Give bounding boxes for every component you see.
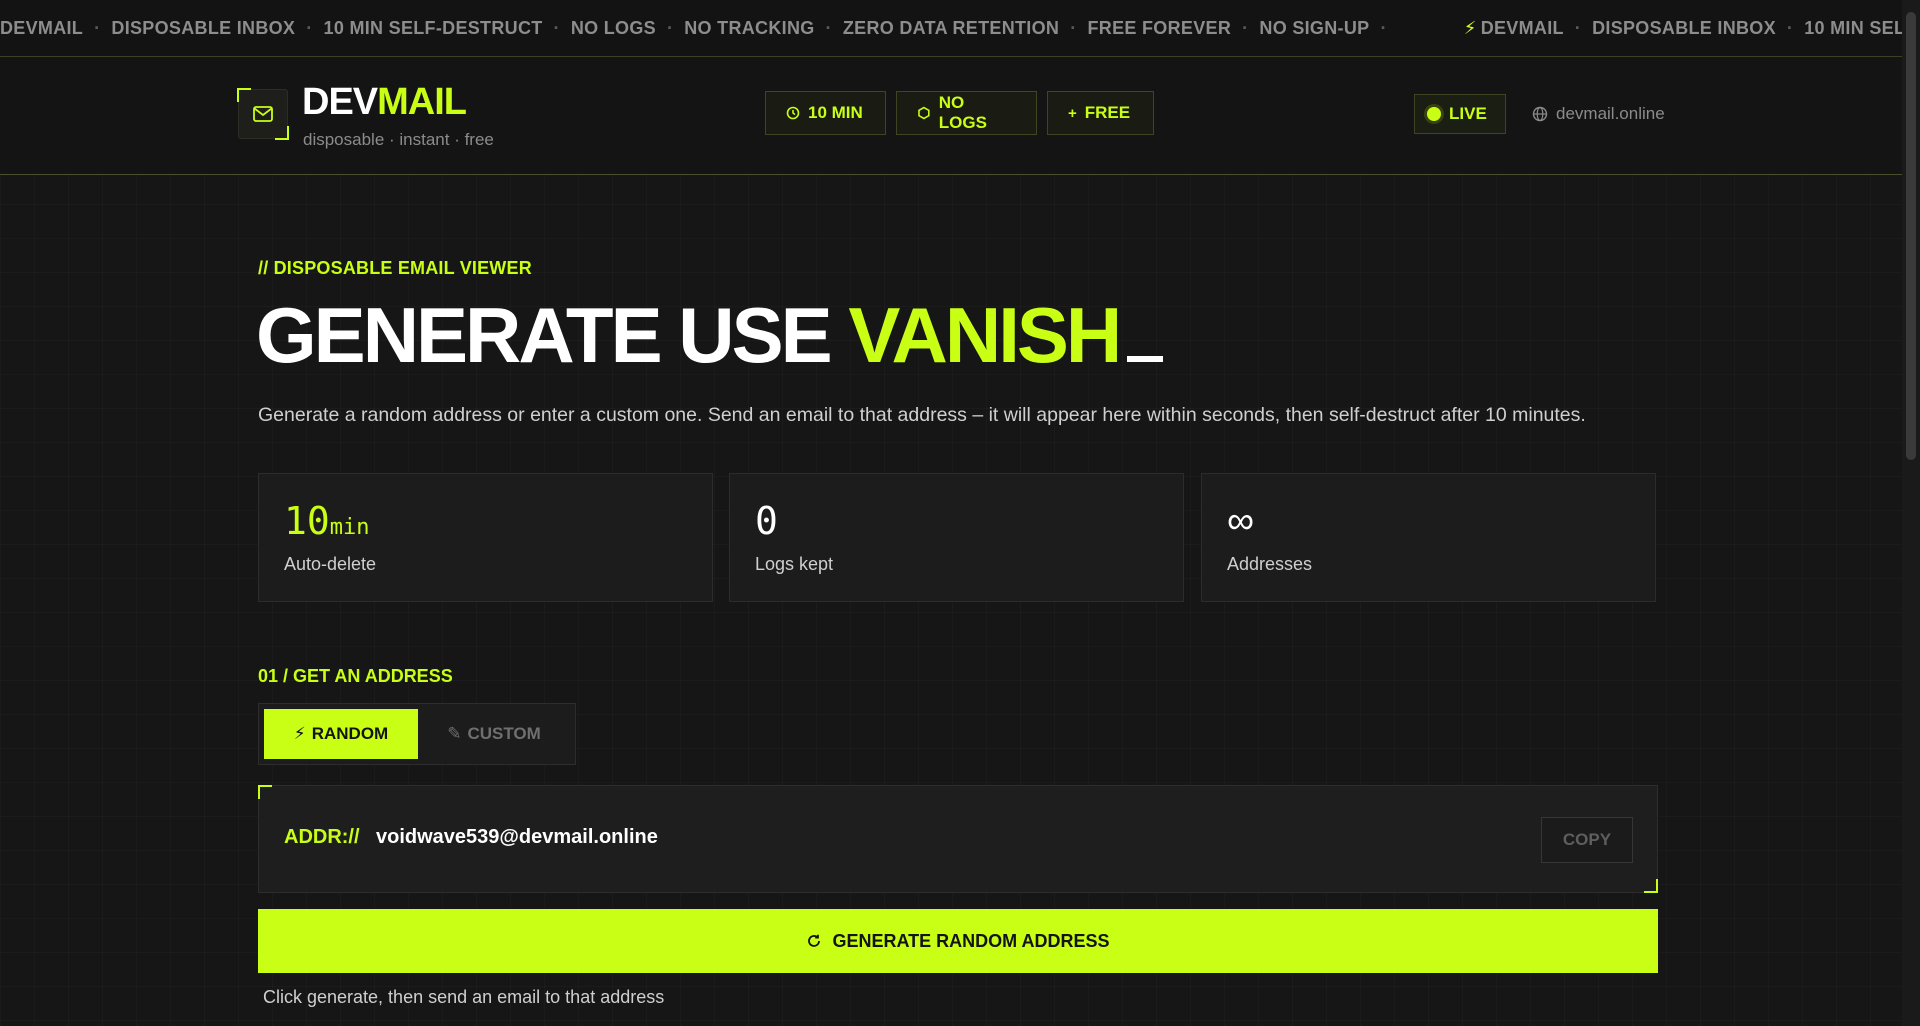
brand-mail: MAIL — [377, 81, 467, 123]
site-header: DEVMAIL disposable · instant · free 10 M… — [0, 57, 1920, 175]
cursor-underscore — [1127, 356, 1164, 362]
stat-value: ∞ — [1227, 502, 1254, 540]
hint-text: Click generate, then send an email to th… — [263, 987, 665, 1007]
stat-unit: min — [329, 515, 370, 540]
hero-kicker: // DISPOSABLE EMAIL VIEWER — [258, 258, 532, 278]
ticker-separator: · — [666, 17, 674, 38]
title-part-1: GENERATE USE — [256, 291, 849, 379]
address-value[interactable]: voidwave539@devmail.online — [376, 826, 658, 849]
mail-icon — [253, 106, 273, 122]
address-prefix: ADDR:// — [284, 826, 360, 848]
pill-label: FREE — [1084, 103, 1131, 122]
live-label: LIVE — [1449, 104, 1487, 123]
ticker-separator: · — [1786, 17, 1794, 38]
ticker-item: NO LOGS — [570, 17, 656, 38]
live-status-badge: LIVE — [1414, 94, 1506, 134]
ticker-item: ZERO DATA RETENTION — [842, 17, 1060, 38]
copy-button[interactable]: COPY — [1541, 817, 1633, 863]
pill-free[interactable]: + FREE — [1047, 91, 1154, 135]
pill-no-logs[interactable]: NO LOGS — [896, 91, 1037, 135]
globe-icon — [1532, 106, 1548, 122]
ticker-item: FREE FOREVER — [1087, 17, 1232, 38]
stat-card-logs-kept: 0 Logs kept — [729, 473, 1184, 602]
address-mode-tabs: ⚡ RANDOM ✎ CUSTOM — [258, 703, 576, 765]
plus-icon: + — [1068, 104, 1077, 122]
bolt-icon: ⚡ — [293, 724, 306, 743]
ticker-separator: · — [94, 17, 101, 38]
clock-icon — [786, 106, 800, 120]
domain-label: devmail.online — [1556, 104, 1665, 123]
tab-label: RANDOM — [311, 724, 389, 743]
ticker-item: 10 MIN SELF-DESTRUCT — [323, 17, 543, 38]
tagline: disposable · instant · free — [303, 130, 494, 149]
ticker-bar: DEVMAIL · DISPOSABLE INBOX · 10 MIN SELF-DES… — [0, 0, 1920, 57]
pencil-icon: ✎ — [447, 724, 462, 743]
ticker-separator: · — [1380, 17, 1387, 38]
stat-label: Auto-delete — [284, 554, 377, 574]
ticker-separator: · — [1242, 17, 1249, 38]
stat-number: 0 — [755, 499, 778, 543]
tab-label: CUSTOM — [467, 724, 541, 743]
hexagon-icon — [918, 106, 930, 120]
ticker-separator: · — [306, 17, 313, 38]
ticker-item: NO TRACKING — [684, 17, 815, 38]
hero-description: Generate a random address or enter a cus… — [258, 404, 1586, 426]
stat-number: ∞ — [1227, 500, 1255, 542]
ticker-separator: · — [825, 17, 832, 38]
tab-random[interactable]: ⚡ RANDOM — [264, 709, 418, 759]
logo[interactable] — [237, 88, 289, 140]
stat-card-addresses: ∞ Addresses — [1201, 473, 1656, 602]
brand-dev: DEV — [302, 81, 378, 123]
scrollbar-thumb[interactable] — [1906, 12, 1916, 460]
ticker-item: DEVMAIL — [1480, 17, 1564, 38]
ticker-item: DISPOSABLE INBOX — [1592, 17, 1776, 38]
pill-10-min[interactable]: 10 MIN — [765, 91, 886, 135]
stat-label: Addresses — [1227, 554, 1313, 574]
step-heading: 01 / GET AN ADDRESS — [258, 666, 453, 686]
stat-number: 10 — [284, 499, 330, 543]
stat-value: 0 — [755, 502, 778, 540]
generate-label: GENERATE RANDOM ADDRESS — [832, 930, 1110, 951]
hero-title: GENERATE USE VANISH — [256, 296, 1164, 374]
domain-link[interactable]: devmail.online — [1532, 104, 1665, 124]
stat-card-auto-delete: 10min Auto-delete — [258, 473, 713, 602]
pill-label: 10 MIN — [808, 103, 863, 122]
ticker-separator: · — [553, 17, 560, 38]
ticker-track: DEVMAIL · DISPOSABLE INBOX · 10 MIN SELF-DES… — [0, 18, 1920, 39]
stat-label: Logs kept — [755, 554, 834, 574]
tab-custom[interactable]: ✎ CUSTOM — [419, 709, 569, 759]
ticker-separator: · — [1574, 17, 1582, 38]
refresh-icon — [808, 934, 821, 947]
pill-label: NO LOGS — [938, 93, 987, 132]
title-part-2: VANISH — [848, 291, 1122, 379]
ticker-item: NO SIGN-UP — [1259, 17, 1370, 38]
brand-name[interactable]: DEVMAIL — [302, 81, 467, 123]
ticker-separator: · — [1070, 17, 1077, 38]
stat-value: 10min — [284, 502, 370, 540]
ticker-item: DEVMAIL — [0, 17, 84, 38]
generate-address-button[interactable]: GENERATE RANDOM ADDRESS — [258, 909, 1658, 973]
live-dot-icon — [1427, 107, 1441, 121]
address-display: ADDR:// voidwave539@devmail.online COPY — [258, 785, 1658, 893]
ticker-item: DISPOSABLE INBOX — [111, 17, 296, 38]
bolt-icon: ⚡ — [1463, 17, 1477, 38]
